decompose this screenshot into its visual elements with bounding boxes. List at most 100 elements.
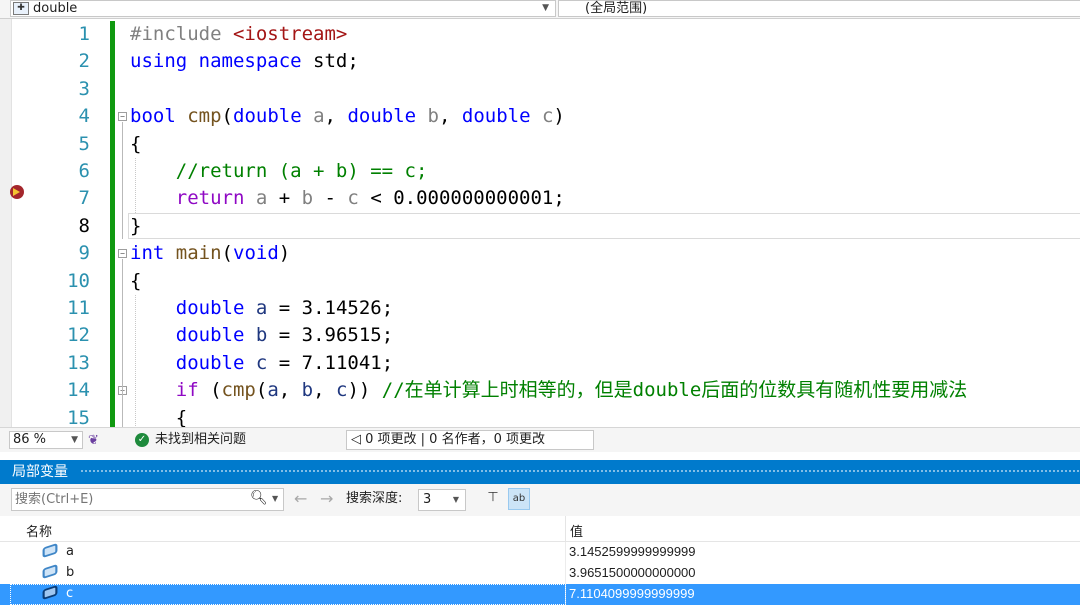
code-line[interactable]: 10 { xyxy=(0,267,1080,296)
code-line[interactable]: 9 int main(void) xyxy=(0,240,1080,269)
code-text[interactable]: bool cmp(double a, double b, double c) xyxy=(130,103,565,130)
code-text[interactable]: { xyxy=(130,268,141,295)
code-text[interactable]: { xyxy=(130,131,141,158)
chevron-down-icon: ▼ xyxy=(452,495,459,504)
code-token: ( xyxy=(221,242,233,265)
issues-status[interactable]: 未找到相关问题 xyxy=(155,432,246,448)
code-text[interactable]: int main(void) xyxy=(130,240,290,267)
change-tracking-bar xyxy=(110,212,115,241)
code-token: < 0.000000000001; xyxy=(358,187,565,210)
code-line[interactable]: 1 #include <iostream> xyxy=(0,21,1080,49)
code-line[interactable]: 6 //return (a + b) == c; xyxy=(0,158,1080,186)
locals-panel-header[interactable]: 局部变量 xyxy=(0,460,1080,484)
code-token: , xyxy=(313,379,337,402)
search-input[interactable] xyxy=(15,491,245,508)
variable-name: c xyxy=(66,586,74,601)
focus-rect xyxy=(10,584,566,605)
change-tracking-bar xyxy=(110,185,115,214)
code-token: namespace xyxy=(198,50,302,73)
variable-value[interactable]: 3.1452599999999999 xyxy=(569,544,696,559)
code-line[interactable]: 5{ xyxy=(0,130,1080,159)
column-header-value[interactable]: 值 xyxy=(570,521,583,540)
code-line[interactable]: 11 double a = 3.14526; xyxy=(0,295,1080,323)
forward-arrow-icon[interactable]: → xyxy=(320,490,333,508)
code-text[interactable]: double b = 3.96515; xyxy=(130,322,393,349)
code-text[interactable]: //return (a + b) == c; xyxy=(130,158,428,185)
code-text[interactable]: double a = 3.14526; xyxy=(130,295,393,322)
code-text[interactable]: if (cmp(a, b, c)) //在单计算上时相等的，但是double后面… xyxy=(130,377,968,404)
drag-handle[interactable] xyxy=(80,469,1080,474)
chevron-down-icon: ▼ xyxy=(71,435,78,445)
zoom-value: 86 % xyxy=(13,432,47,447)
change-tracking-bar xyxy=(110,48,115,77)
collapse-outline-icon[interactable]: − xyxy=(118,249,127,259)
variable-value[interactable]: 3.9651500000000000 xyxy=(569,565,696,580)
code-token: c xyxy=(541,105,554,128)
chevron-down-icon[interactable]: ▼ xyxy=(272,494,278,503)
column-header-name[interactable]: 名称 xyxy=(26,521,52,540)
code-editor[interactable]: 1 #include <iostream> 2 using namespace std… xyxy=(0,19,1080,427)
code-line[interactable]: 3 xyxy=(0,75,1080,104)
code-text[interactable]: return a + b - c < 0.000000000001; xyxy=(130,185,565,212)
column-divider xyxy=(565,563,566,584)
variable-value[interactable]: 7.1104099999999999 xyxy=(569,586,695,601)
locals-search[interactable]: 🔍︎ ▼ xyxy=(11,488,284,511)
scope-combo[interactable]: (全局范围) xyxy=(558,0,1080,17)
search-depth-value: 3 xyxy=(423,492,432,507)
line-number: 5 xyxy=(78,132,90,155)
code-token: cmp xyxy=(187,105,222,128)
chevron-down-icon: ▼ xyxy=(542,3,549,13)
code-line[interactable]: 15 { xyxy=(0,404,1080,427)
code-line[interactable]: 14 if (cmp(a, b, c)) //在单计算上时相等的，但是doubl… xyxy=(0,377,1080,406)
search-icon[interactable]: 🔍︎ xyxy=(250,490,268,506)
column-divider[interactable] xyxy=(565,516,566,541)
code-text[interactable]: using namespace std; xyxy=(130,48,359,75)
local-variable-icon xyxy=(42,542,58,559)
code-token: , xyxy=(324,105,348,128)
code-line[interactable]: 4 bool cmp(double a, double b, double c) xyxy=(0,103,1080,132)
code-health-icon[interactable]: ❦ xyxy=(88,433,99,448)
change-tracking-bar xyxy=(110,130,115,159)
locals-row[interactable]: b 3.9651500000000000 xyxy=(0,563,1080,584)
code-line[interactable]: 12 double b = 3.96515; xyxy=(0,322,1080,351)
change-tracking-bar xyxy=(110,267,115,296)
code-token: ( xyxy=(255,379,268,402)
code-token: = 3.14526; xyxy=(267,297,394,319)
change-tracking-bar xyxy=(110,377,115,406)
code-token: ) xyxy=(553,105,565,128)
locals-row[interactable]: a 3.1452599999999999 xyxy=(0,542,1080,563)
code-token: + xyxy=(267,187,302,210)
code-token: b xyxy=(427,105,439,128)
code-text[interactable]: #include <iostream> xyxy=(130,21,347,48)
change-tracking-bar xyxy=(110,404,115,427)
locals-row[interactable]: c 7.1104099999999999 xyxy=(0,584,1080,605)
code-line[interactable]: 7 return a + b - c < 0.000000000001; xyxy=(0,185,1080,214)
code-text[interactable]: double c = 7.11041; xyxy=(130,350,393,377)
code-token: { xyxy=(130,269,142,292)
back-arrow-icon[interactable]: ← xyxy=(294,490,307,508)
pin-icon[interactable]: ⊤ xyxy=(482,488,504,510)
code-token: { xyxy=(130,406,188,427)
line-number: 8 xyxy=(78,214,90,237)
code-text[interactable]: { xyxy=(130,405,187,427)
code-token: //在单计算上时相等的，但是double后面的位数具有随机性要用减法 xyxy=(381,379,968,402)
search-depth-combo[interactable]: 3 ▼ xyxy=(418,489,466,511)
zoom-combo[interactable]: 86 % ▼ xyxy=(9,431,83,449)
code-token: b xyxy=(255,324,268,347)
collapse-outline-icon[interactable]: − xyxy=(118,112,127,122)
locals-toolbar: 🔍︎ ▼ ← → 搜索深度: 3 ▼ ⊤ ab xyxy=(0,484,1080,516)
code-line[interactable]: 13 double c = 7.11041; xyxy=(0,349,1080,378)
view-as-text-icon[interactable]: ab xyxy=(508,488,530,510)
codelens-changes[interactable]: ◁ 0 项更改 | 0 名作者，0 项更改 xyxy=(346,430,594,450)
code-line[interactable]: 2 using namespace std; xyxy=(0,48,1080,77)
code-token: = 3.96515; xyxy=(267,324,394,347)
class-combo[interactable]: ✚ double ▼ xyxy=(10,0,556,17)
code-token: ) xyxy=(278,242,291,265)
line-number: 3 xyxy=(78,77,90,100)
